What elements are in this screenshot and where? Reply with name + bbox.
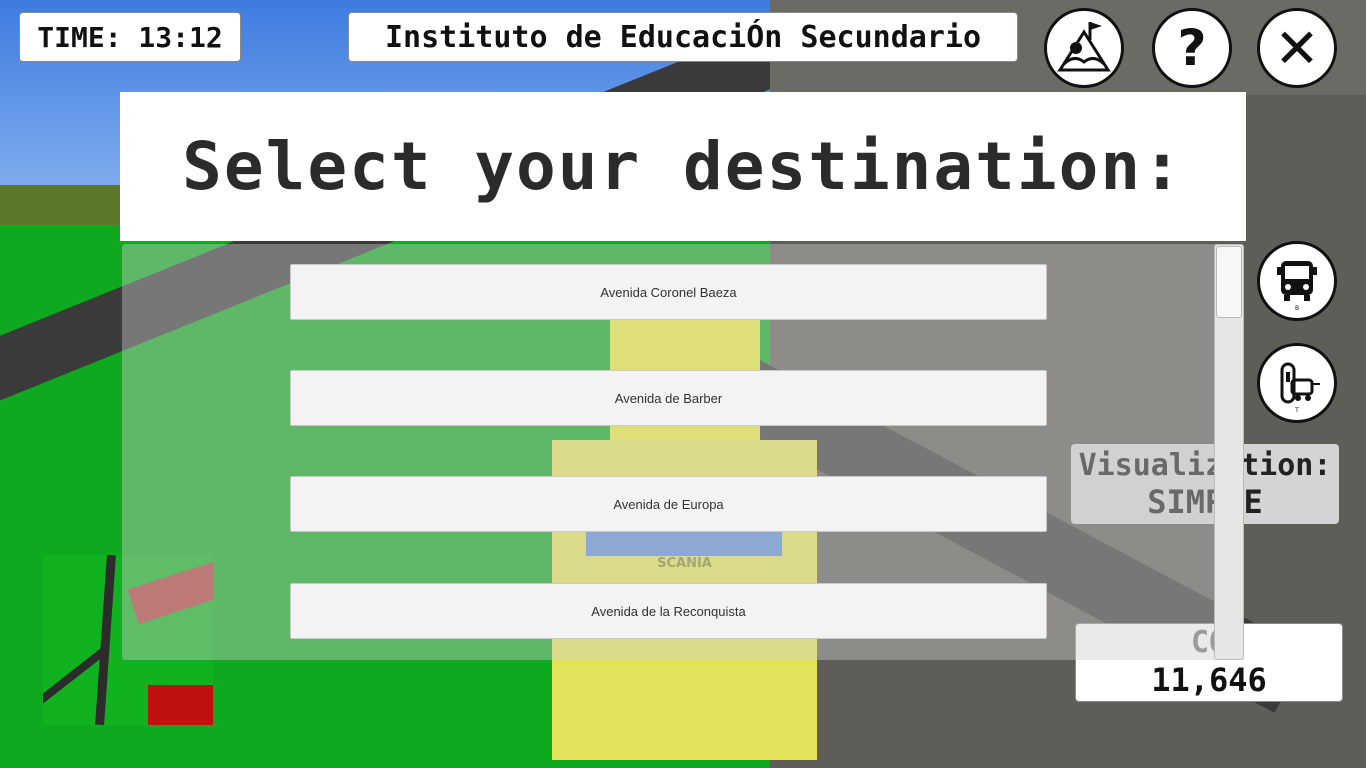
question-icon: ? xyxy=(1177,19,1207,77)
time-display: TIME: 13:12 xyxy=(19,12,241,62)
tram-mode-button[interactable]: T xyxy=(1257,343,1337,423)
close-button[interactable]: ✕ xyxy=(1257,8,1337,88)
list-scrollbar[interactable] xyxy=(1214,244,1244,660)
current-location: Instituto de EducaciÓn Secundario xyxy=(348,12,1018,62)
mountain-flag-icon xyxy=(1057,22,1111,72)
bus-mode-button[interactable]: B xyxy=(1257,241,1337,321)
destination-option[interactable]: Avenida Coronel Baeza xyxy=(290,264,1047,320)
destination-option[interactable]: Avenida de Europa xyxy=(290,476,1047,532)
far-hill xyxy=(0,185,130,225)
minimap-road xyxy=(95,555,116,725)
dialog-title: Select your destination: xyxy=(182,128,1184,205)
minimap-building xyxy=(148,685,213,725)
destination-option[interactable]: Avenida de Barber xyxy=(290,370,1047,426)
tram-icon xyxy=(1280,362,1320,404)
bus-mode-caption: B xyxy=(1294,305,1300,312)
mountain-map-button[interactable] xyxy=(1044,8,1124,88)
help-button[interactable]: ? xyxy=(1152,8,1232,88)
destination-list[interactable]: Avenida Coronel Baeza Avenida de Barber … xyxy=(122,244,1244,660)
dialog-header: Select your destination: xyxy=(120,92,1246,241)
destination-option[interactable]: Avenida de la Reconquista xyxy=(290,583,1047,639)
tram-mode-caption: T xyxy=(1295,407,1299,414)
close-icon: ✕ xyxy=(1274,16,1320,80)
bus-icon xyxy=(1277,261,1317,301)
co2-value: 11,646 xyxy=(1151,661,1267,699)
list-scrollbar-thumb[interactable] xyxy=(1216,246,1242,318)
